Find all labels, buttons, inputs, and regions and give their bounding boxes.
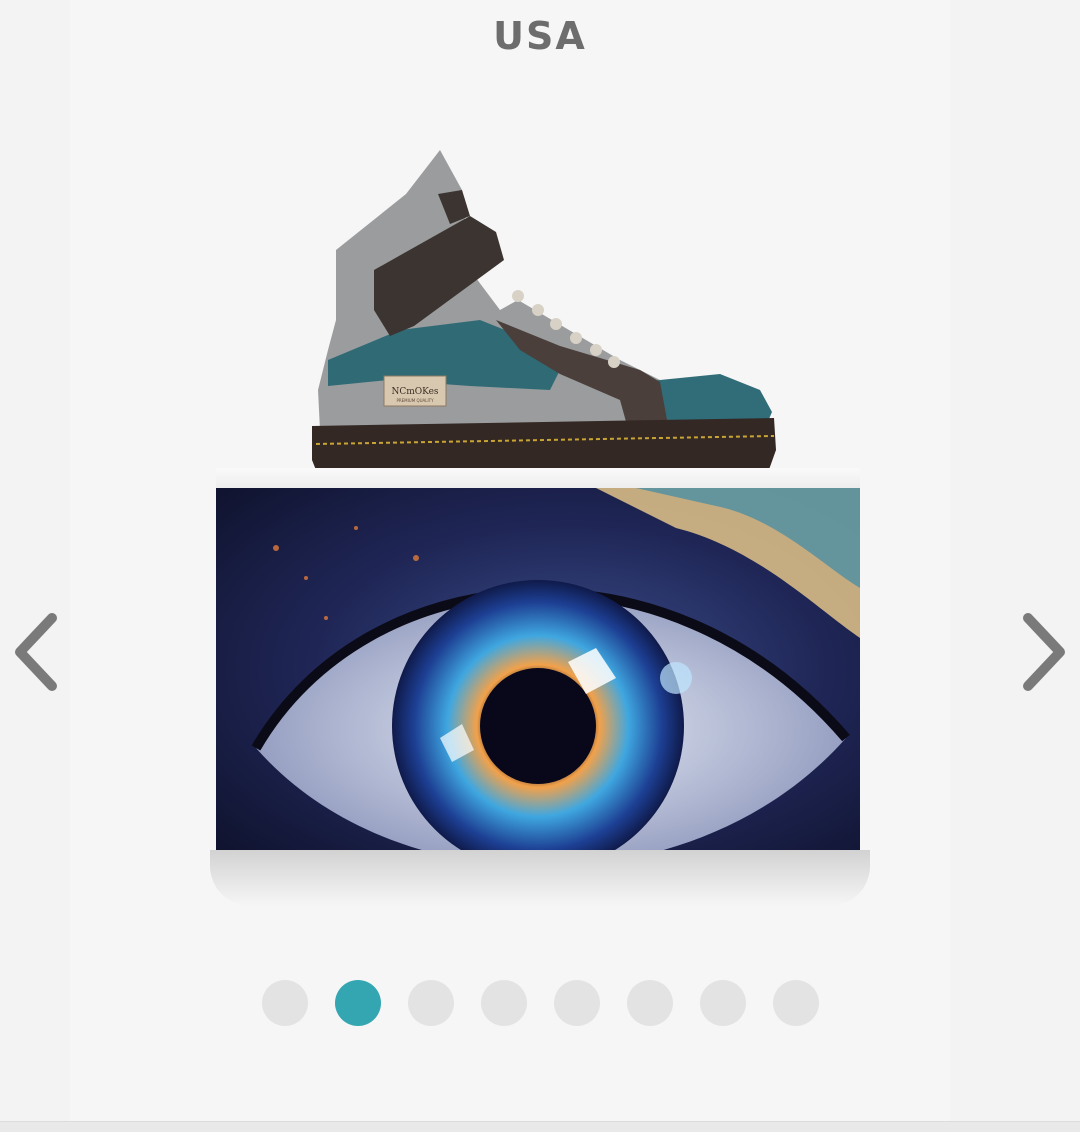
bottom-divider: [0, 1121, 1080, 1132]
next-slide-button[interactable]: [1014, 610, 1074, 694]
page-title: USA: [493, 14, 587, 58]
shoe-label-text: NCmOKes: [391, 387, 438, 397]
chevron-left-icon: [15, 613, 57, 691]
previous-slide-button[interactable]: [8, 610, 68, 694]
carousel-pagination: [262, 980, 819, 1026]
shoebox-shadow: [210, 850, 870, 906]
product-image: NCmOKes PREMIUM QUALITY: [200, 150, 880, 910]
carousel-dot-4[interactable]: [481, 980, 527, 1026]
carousel-dot-8[interactable]: [773, 980, 819, 1026]
carousel-dot-5[interactable]: [554, 980, 600, 1026]
shoe-label-subtext: PREMIUM QUALITY: [396, 398, 434, 403]
shoebox-eye-artwork: [216, 488, 860, 850]
carousel-dot-7[interactable]: [700, 980, 746, 1026]
sneaker-image: NCmOKes PREMIUM QUALITY: [312, 150, 776, 480]
carousel-dot-6[interactable]: [627, 980, 673, 1026]
carousel-dot-1[interactable]: [262, 980, 308, 1026]
carousel-dot-3[interactable]: [408, 980, 454, 1026]
carousel-dot-2[interactable]: [335, 980, 381, 1026]
chevron-right-icon: [1023, 613, 1065, 691]
shoebox-lid: [216, 468, 860, 490]
